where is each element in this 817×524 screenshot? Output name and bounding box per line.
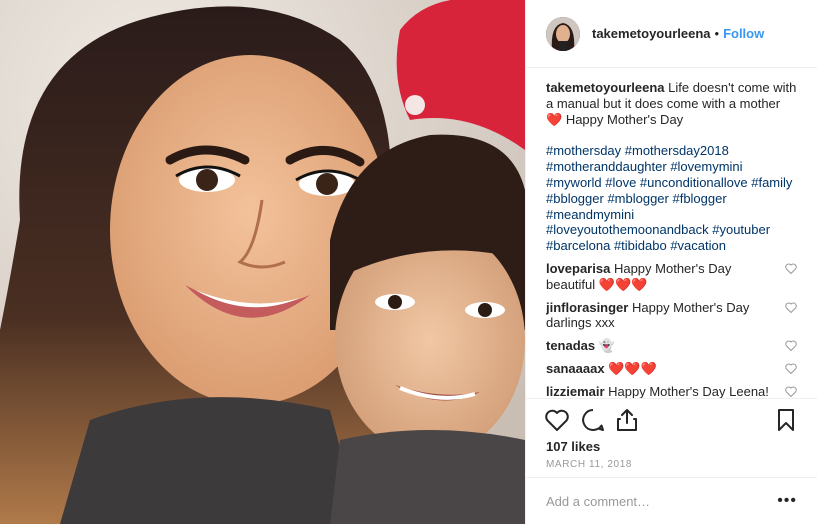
post-date: MARCH 11, 2018 <box>546 459 633 470</box>
post-actions: 107 likes MARCH 11, 2018 <box>526 398 817 489</box>
comment-username[interactable]: jinflorasinger <box>546 300 628 315</box>
follow-button[interactable]: Follow <box>723 26 764 41</box>
instagram-post: takemetoyourleena • Follow takemetoyourl… <box>0 0 817 524</box>
post-sidebar: takemetoyourleena • Follow takemetoyourl… <box>525 0 817 524</box>
small-heart-icon[interactable] <box>785 363 797 374</box>
likes-count[interactable]: 107 likes <box>546 439 600 454</box>
bookmark-icon[interactable] <box>773 407 799 433</box>
comment-item: loveparisa Happy Mother's Day beautiful … <box>546 261 797 293</box>
heart-icon[interactable] <box>544 407 570 433</box>
selfie-illustration <box>0 0 525 524</box>
header-separator: • <box>714 26 720 41</box>
small-heart-icon[interactable] <box>785 263 797 274</box>
comment-username[interactable]: sanaaaax <box>546 361 605 376</box>
post-header: takemetoyourleena • Follow <box>526 0 817 68</box>
comment-item: tenadas 👻 <box>546 338 797 354</box>
caption-hashtags[interactable]: #mothersday #mothersday2018 #motherandda… <box>546 143 797 254</box>
post-caption: takemetoyourleena Life doesn't come with… <box>546 80 797 127</box>
header-username[interactable]: takemetoyourleena <box>592 26 711 41</box>
post-photo[interactable] <box>0 0 525 524</box>
comment-item: sanaaaax ❤️❤️❤️ <box>546 361 797 377</box>
comment-text: ❤️❤️❤️ <box>608 360 657 376</box>
comment-item: jinflorasinger Happy Mother's Day darlin… <box>546 300 797 332</box>
caption-username[interactable]: takemetoyourleena <box>546 80 665 95</box>
add-comment-input[interactable] <box>546 493 778 509</box>
share-icon[interactable] <box>614 407 640 433</box>
avatar[interactable] <box>546 16 580 51</box>
comment-username[interactable]: tenadas <box>546 338 595 353</box>
action-icons <box>544 407 799 433</box>
comment-username[interactable]: loveparisa <box>546 261 610 276</box>
comment-username[interactable]: lizziemair <box>546 384 605 398</box>
small-heart-icon[interactable] <box>785 340 797 352</box>
comment-item: lizziemair Happy Mother's Day Leena! You… <box>546 384 797 398</box>
small-heart-icon[interactable] <box>785 302 797 313</box>
add-comment-bar: ••• <box>526 477 817 524</box>
comment-icon[interactable] <box>580 407 606 433</box>
caption-emoji: ❤️ <box>546 111 563 127</box>
more-options-button[interactable]: ••• <box>777 492 797 510</box>
small-heart-icon[interactable] <box>785 386 797 397</box>
comments-list[interactable]: takemetoyourleena Life doesn't come with… <box>546 80 797 398</box>
caption-text-end: Happy Mother's Day <box>565 111 684 127</box>
comment-text: 👻 <box>598 338 615 354</box>
